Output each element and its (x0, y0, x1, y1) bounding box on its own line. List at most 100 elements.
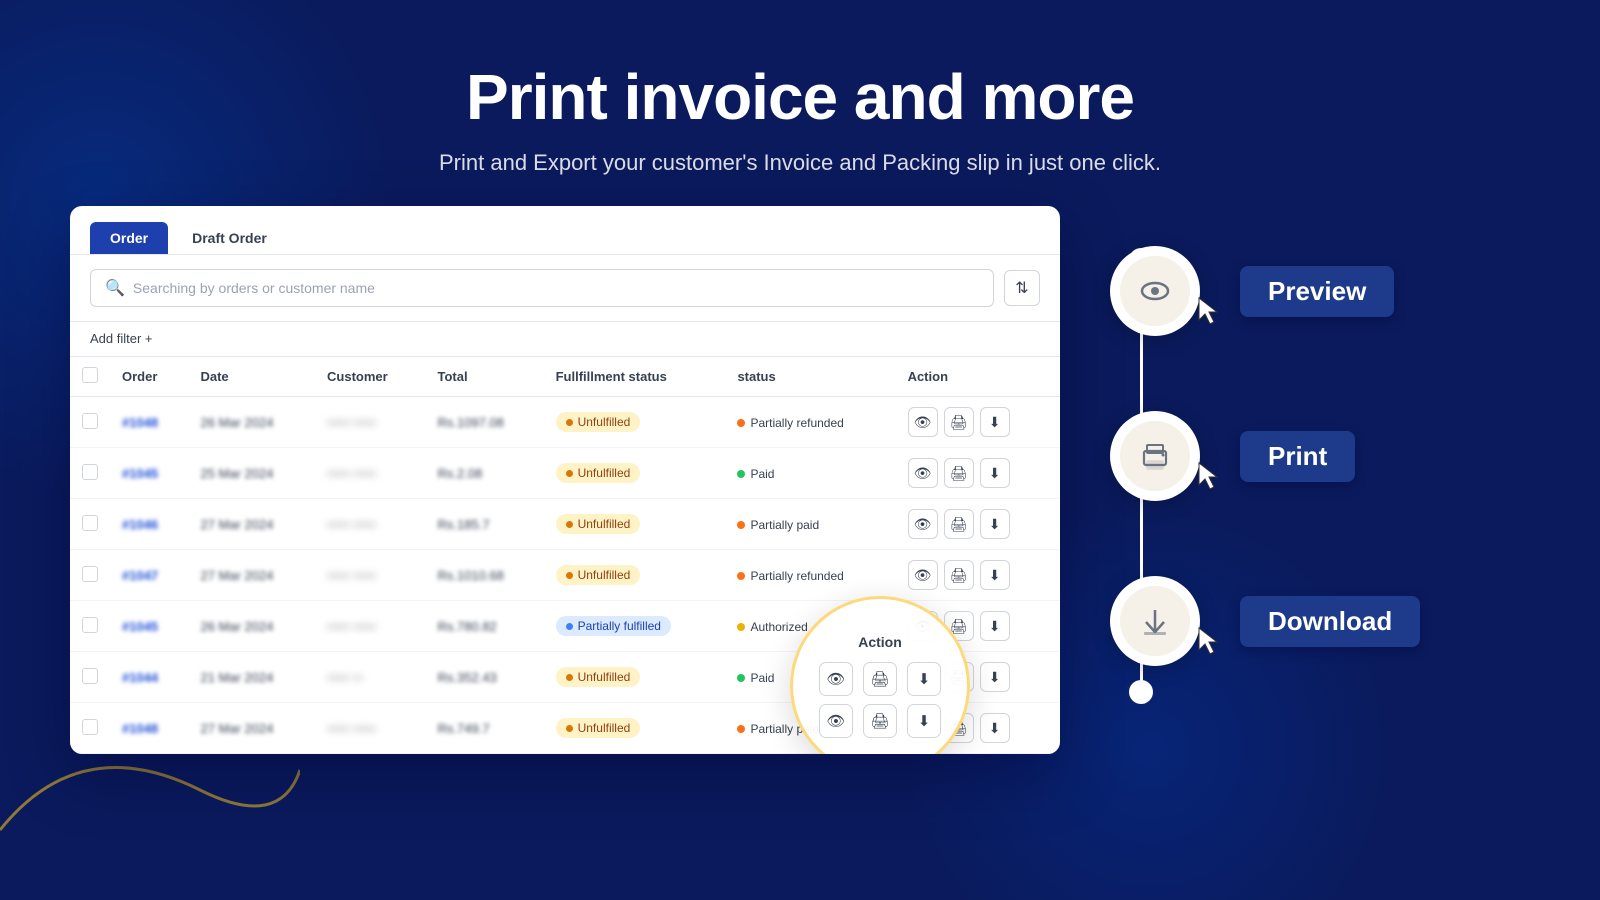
status-dot-4 (737, 623, 745, 631)
download-icon-container (1120, 586, 1190, 656)
table-row: #1048 26 Mar 2024 ••••• ••••• Rs.1097.08… (70, 397, 1060, 448)
order-search-bar: 🔍 Searching by orders or customer name ⇅ (70, 255, 1060, 322)
action-buttons-1: 👁 🖨 ⬇ (908, 458, 1048, 488)
tab-draft-order[interactable]: Draft Order (172, 222, 287, 254)
status-badge-3: Partially refunded (737, 569, 843, 583)
add-filter-button[interactable]: Add filter + (90, 331, 153, 346)
download-btn-4[interactable]: ⬇ (980, 611, 1010, 641)
table-header-row: Order Date Customer Total Fullfillment s… (70, 357, 1060, 397)
print-btn-0[interactable]: 🖨 (944, 407, 974, 437)
popup-print-btn-2[interactable]: 🖨 (863, 704, 897, 738)
right-feature-panel: Preview (1100, 226, 1530, 726)
row-checkbox-cell (70, 448, 110, 499)
popup-download-btn-2[interactable]: ⬇ (907, 704, 941, 738)
row-order-2: #1046 (110, 499, 188, 550)
status-badge-4: Authorized (737, 620, 807, 634)
header-checkbox[interactable] (82, 367, 98, 383)
action-buttons-0: 👁 🖨 ⬇ (908, 407, 1048, 437)
row-total-4: Rs.780.82 (426, 601, 544, 652)
preview-btn-2[interactable]: 👁 (908, 509, 938, 539)
download-btn-6[interactable]: ⬇ (980, 713, 1010, 743)
popup-download-btn-1[interactable]: ⬇ (907, 662, 941, 696)
status-badge-2: Partially paid (737, 518, 819, 532)
order-tabs: Order Draft Order (70, 206, 1060, 255)
popup-print-btn-1[interactable]: 🖨 (863, 662, 897, 696)
row-fulfillment-5: Unfulfilled (544, 652, 726, 703)
fulfillment-badge-6: Unfulfilled (556, 718, 641, 738)
fulfillment-badge-0: Unfulfilled (556, 412, 641, 432)
fulfillment-dot-5 (566, 674, 573, 681)
fulfillment-badge-2: Unfulfilled (556, 514, 641, 534)
row-customer-6: ••••• ••••• (315, 703, 425, 754)
row-fulfillment-4: Partially fulfilled (544, 601, 726, 652)
download-btn-1[interactable]: ⬇ (980, 458, 1010, 488)
download-btn-5[interactable]: ⬇ (980, 662, 1010, 692)
row-checkbox-3[interactable] (82, 566, 98, 582)
popup-preview-btn-2[interactable]: 👁 (819, 704, 853, 738)
row-checkbox-cell (70, 397, 110, 448)
tab-order[interactable]: Order (90, 222, 168, 254)
download-btn-2[interactable]: ⬇ (980, 509, 1010, 539)
row-status-0: Partially refunded (725, 397, 895, 448)
search-icon: 🔍 (105, 278, 125, 298)
row-fulfillment-1: Unfulfilled (544, 448, 726, 499)
row-status-1: Paid (725, 448, 895, 499)
download-btn-3[interactable]: ⬇ (980, 560, 1010, 590)
status-badge-1: Paid (737, 467, 774, 481)
print-btn-3[interactable]: 🖨 (944, 560, 974, 590)
row-fulfillment-3: Unfulfilled (544, 550, 726, 601)
order-card: Order Draft Order 🔍 Searching by orders … (70, 206, 1060, 754)
preview-btn-0[interactable]: 👁 (908, 407, 938, 437)
action-popup-row-2: 👁 🖨 ⬇ (819, 704, 941, 738)
download-label: Download (1240, 596, 1420, 647)
row-actions-1: 👁 🖨 ⬇ (896, 448, 1060, 499)
download-circle (1110, 576, 1200, 666)
row-checkbox-5[interactable] (82, 668, 98, 684)
row-order-1: #1045 (110, 448, 188, 499)
fulfillment-dot-1 (566, 470, 573, 477)
search-placeholder-text: Searching by orders or customer name (133, 280, 375, 296)
row-customer-5: ••••• •• (315, 652, 425, 703)
fulfillment-dot-6 (566, 725, 573, 732)
fulfillment-dot-0 (566, 419, 573, 426)
status-badge-5: Paid (737, 671, 774, 685)
preview-circle (1110, 246, 1200, 336)
row-total-3: Rs.1010.68 (426, 550, 544, 601)
row-checkbox-6[interactable] (82, 719, 98, 735)
preview-btn-1[interactable]: 👁 (908, 458, 938, 488)
row-checkbox-cell (70, 703, 110, 754)
row-checkbox-1[interactable] (82, 464, 98, 480)
popup-preview-btn-1[interactable]: 👁 (819, 662, 853, 696)
row-status-2: Partially paid (725, 499, 895, 550)
row-checkbox-0[interactable] (82, 413, 98, 429)
th-order: Order (110, 357, 188, 397)
sort-button[interactable]: ⇅ (1004, 270, 1040, 306)
fulfillment-badge-4: Partially fulfilled (556, 616, 671, 636)
download-btn-0[interactable]: ⬇ (980, 407, 1010, 437)
status-dot-3 (737, 572, 745, 580)
fulfillment-dot-4 (566, 623, 573, 630)
row-date-4: 26 Mar 2024 (188, 601, 315, 652)
row-customer-0: ••••• ••••• (315, 397, 425, 448)
row-date-2: 27 Mar 2024 (188, 499, 315, 550)
action-buttons-2: 👁 🖨 ⬇ (908, 509, 1048, 539)
print-icon-container (1120, 421, 1190, 491)
cursor-print-icon (1194, 461, 1224, 491)
row-order-6: #1048 (110, 703, 188, 754)
preview-label: Preview (1240, 266, 1394, 317)
print-btn-1[interactable]: 🖨 (944, 458, 974, 488)
row-total-1: Rs.2.08 (426, 448, 544, 499)
print-btn-2[interactable]: 🖨 (944, 509, 974, 539)
preview-btn-3[interactable]: 👁 (908, 560, 938, 590)
fulfillment-badge-5: Unfulfilled (556, 667, 641, 687)
th-checkbox (70, 357, 110, 397)
row-order-4: #1045 (110, 601, 188, 652)
row-checkbox-4[interactable] (82, 617, 98, 633)
row-order-3: #1047 (110, 550, 188, 601)
status-badge-0: Partially refunded (737, 416, 843, 430)
search-bar-container[interactable]: 🔍 Searching by orders or customer name (90, 269, 994, 307)
action-popup-row-1: 👁 🖨 ⬇ (819, 662, 941, 696)
th-status: status (725, 357, 895, 397)
row-checkbox-2[interactable] (82, 515, 98, 531)
th-total: Total (426, 357, 544, 397)
